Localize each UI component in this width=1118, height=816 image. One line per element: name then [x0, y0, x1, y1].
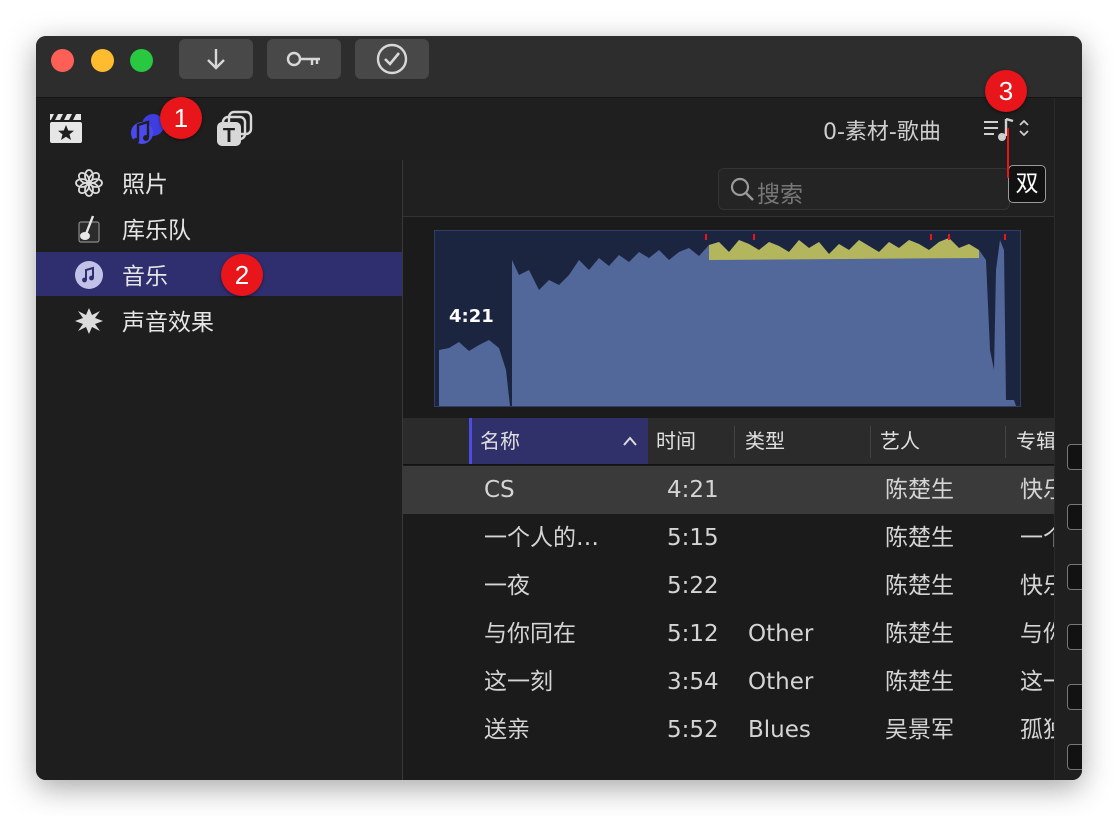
cell-time: 4:21 — [667, 477, 719, 503]
search-icon — [730, 177, 754, 201]
sidebar-item-label: 库乐队 — [122, 218, 191, 244]
cell-name: 一个人的… — [484, 525, 599, 551]
key-icon — [286, 51, 320, 67]
garageband-icon — [78, 215, 100, 243]
titles-icon: T — [217, 110, 253, 147]
search-input[interactable]: 搜索 — [718, 168, 1010, 210]
zoom-window-button[interactable] — [130, 49, 153, 72]
cell-artist: 陈楚生 — [885, 525, 954, 551]
annotation-badge-2: 2 — [221, 254, 263, 296]
column-divider[interactable] — [1005, 426, 1006, 458]
checkbox[interactable] — [1067, 684, 1082, 710]
cell-time: 3:54 — [667, 669, 719, 695]
checkbox[interactable] — [1067, 624, 1082, 650]
cell-genre: Other — [748, 621, 814, 647]
cell-time: 5:15 — [667, 525, 719, 551]
media-browser: 搜索 双 4:21 名称 时间 类型 艺人 专辑 CS 4:21 陈楚生 快 一… — [403, 160, 1054, 780]
close-window-button[interactable] — [51, 49, 74, 72]
sidebar-item-label: 照片 — [122, 172, 168, 198]
cell-genre — [748, 562, 868, 610]
sidebar-item-label: 音乐 — [122, 264, 168, 290]
column-header-time[interactable]: 时间 — [656, 418, 726, 464]
music-icon — [75, 261, 103, 289]
cell-artist: 陈楚生 — [885, 621, 954, 647]
sidebar-item-garageband[interactable]: 库乐队 — [36, 206, 402, 250]
cell-genre — [748, 514, 868, 562]
column-divider[interactable] — [870, 426, 871, 458]
annotation-badge-3: 3 — [985, 70, 1027, 112]
table-row[interactable]: 一夜 5:22 陈楚生 快乐 — [403, 562, 1054, 610]
cell-genre: Blues — [748, 717, 811, 743]
checkmark-circle-icon — [376, 43, 408, 75]
cell-name: CS — [484, 477, 515, 503]
cell-name: 这一刻 — [484, 669, 553, 695]
titles-generators-button[interactable]: T — [215, 110, 255, 152]
cell-album: 孤独 — [1020, 717, 1054, 743]
download-arrow-icon — [207, 49, 225, 70]
cell-artist: 陈楚生 — [885, 669, 954, 695]
cell-album: 一个 — [1020, 525, 1054, 551]
annotation-connector-line — [1007, 128, 1009, 178]
table-row[interactable]: 与你同在 5:12 Other 陈楚生 与你 — [403, 610, 1054, 658]
minimize-window-button[interactable] — [91, 49, 114, 72]
column-header-name[interactable]: 名称 — [469, 418, 648, 464]
keywords-button[interactable] — [267, 39, 341, 79]
checkbox[interactable] — [1067, 564, 1082, 590]
waveform-duration: 4:21 — [449, 306, 494, 327]
sort-ascending-icon — [623, 436, 637, 446]
cell-name: 一夜 — [484, 573, 530, 599]
table-row[interactable]: 这一刻 3:54 Other 陈楚生 这一 — [403, 658, 1054, 706]
sidebar: 照片 库乐队 音乐 声音效果 — [36, 160, 403, 780]
clapperboard-star-icon — [50, 114, 82, 143]
cell-genre — [748, 466, 868, 514]
table-row[interactable]: 一个人的… 5:15 陈楚生 一个 — [403, 514, 1054, 562]
cell-time: 5:12 — [667, 621, 719, 647]
checkbox[interactable] — [1067, 444, 1082, 470]
cell-album: 这一 — [1020, 669, 1054, 695]
audio-waveform — [433, 229, 1022, 408]
cell-genre: Other — [748, 669, 814, 695]
sidebar-item-photos[interactable]: 照片 — [36, 160, 402, 204]
cell-name: 送亲 — [484, 717, 530, 743]
column-header-artist[interactable]: 艺人 — [880, 418, 1000, 464]
libraries-button[interactable] — [48, 109, 84, 149]
table-row[interactable]: CS 4:21 陈楚生 快乐 — [403, 466, 1054, 514]
table-row[interactable]: 送亲 5:52 Blues 吴景军 孤独 — [403, 706, 1054, 754]
sidebar-item-label: 声音效果 — [122, 310, 214, 336]
cell-artist: 吴景军 — [885, 717, 954, 743]
search-bar: 搜索 双 — [403, 160, 1054, 217]
column-header-album[interactable]: 专辑 — [1016, 418, 1054, 464]
inspector-panel-edge — [1054, 98, 1082, 780]
cell-time: 5:22 — [667, 573, 719, 599]
sound-effects-icon — [75, 308, 103, 334]
cell-artist: 陈楚生 — [885, 573, 954, 599]
annotation-badge-1: 1 — [160, 97, 202, 139]
sidebar-item-music[interactable]: 音乐 — [36, 252, 402, 296]
cell-album: 与你 — [1020, 621, 1054, 647]
checkbox[interactable] — [1067, 504, 1082, 530]
waveform-preview[interactable] — [433, 229, 1022, 408]
title-bar — [36, 36, 1082, 98]
dual-mode-button[interactable]: 双 — [1008, 165, 1046, 203]
cell-album: 快乐 — [1020, 573, 1054, 599]
import-button[interactable] — [179, 39, 253, 79]
sidebar-item-sound-effects[interactable]: 声音效果 — [36, 298, 402, 342]
project-title: 0-素材-歌曲 — [823, 120, 941, 145]
svg-text:T: T — [223, 125, 235, 147]
checkbox[interactable] — [1067, 744, 1082, 770]
table-header: 名称 时间 类型 艺人 专辑 — [403, 418, 1054, 465]
app-window: T 0-素材-歌曲 照片 库乐队 音乐 声音效果 搜索 双 4:21 名称 时间… — [36, 36, 1082, 780]
cell-artist: 陈楚生 — [885, 477, 954, 503]
photos-icon — [75, 169, 103, 197]
cell-name: 与你同在 — [484, 621, 576, 647]
background-tasks-button[interactable] — [355, 39, 429, 79]
cell-time: 5:52 — [667, 717, 719, 743]
column-header-genre[interactable]: 类型 — [745, 418, 865, 464]
column-divider[interactable] — [734, 426, 735, 458]
search-placeholder: 搜索 — [757, 182, 803, 208]
cell-album: 快乐 — [1020, 477, 1054, 503]
